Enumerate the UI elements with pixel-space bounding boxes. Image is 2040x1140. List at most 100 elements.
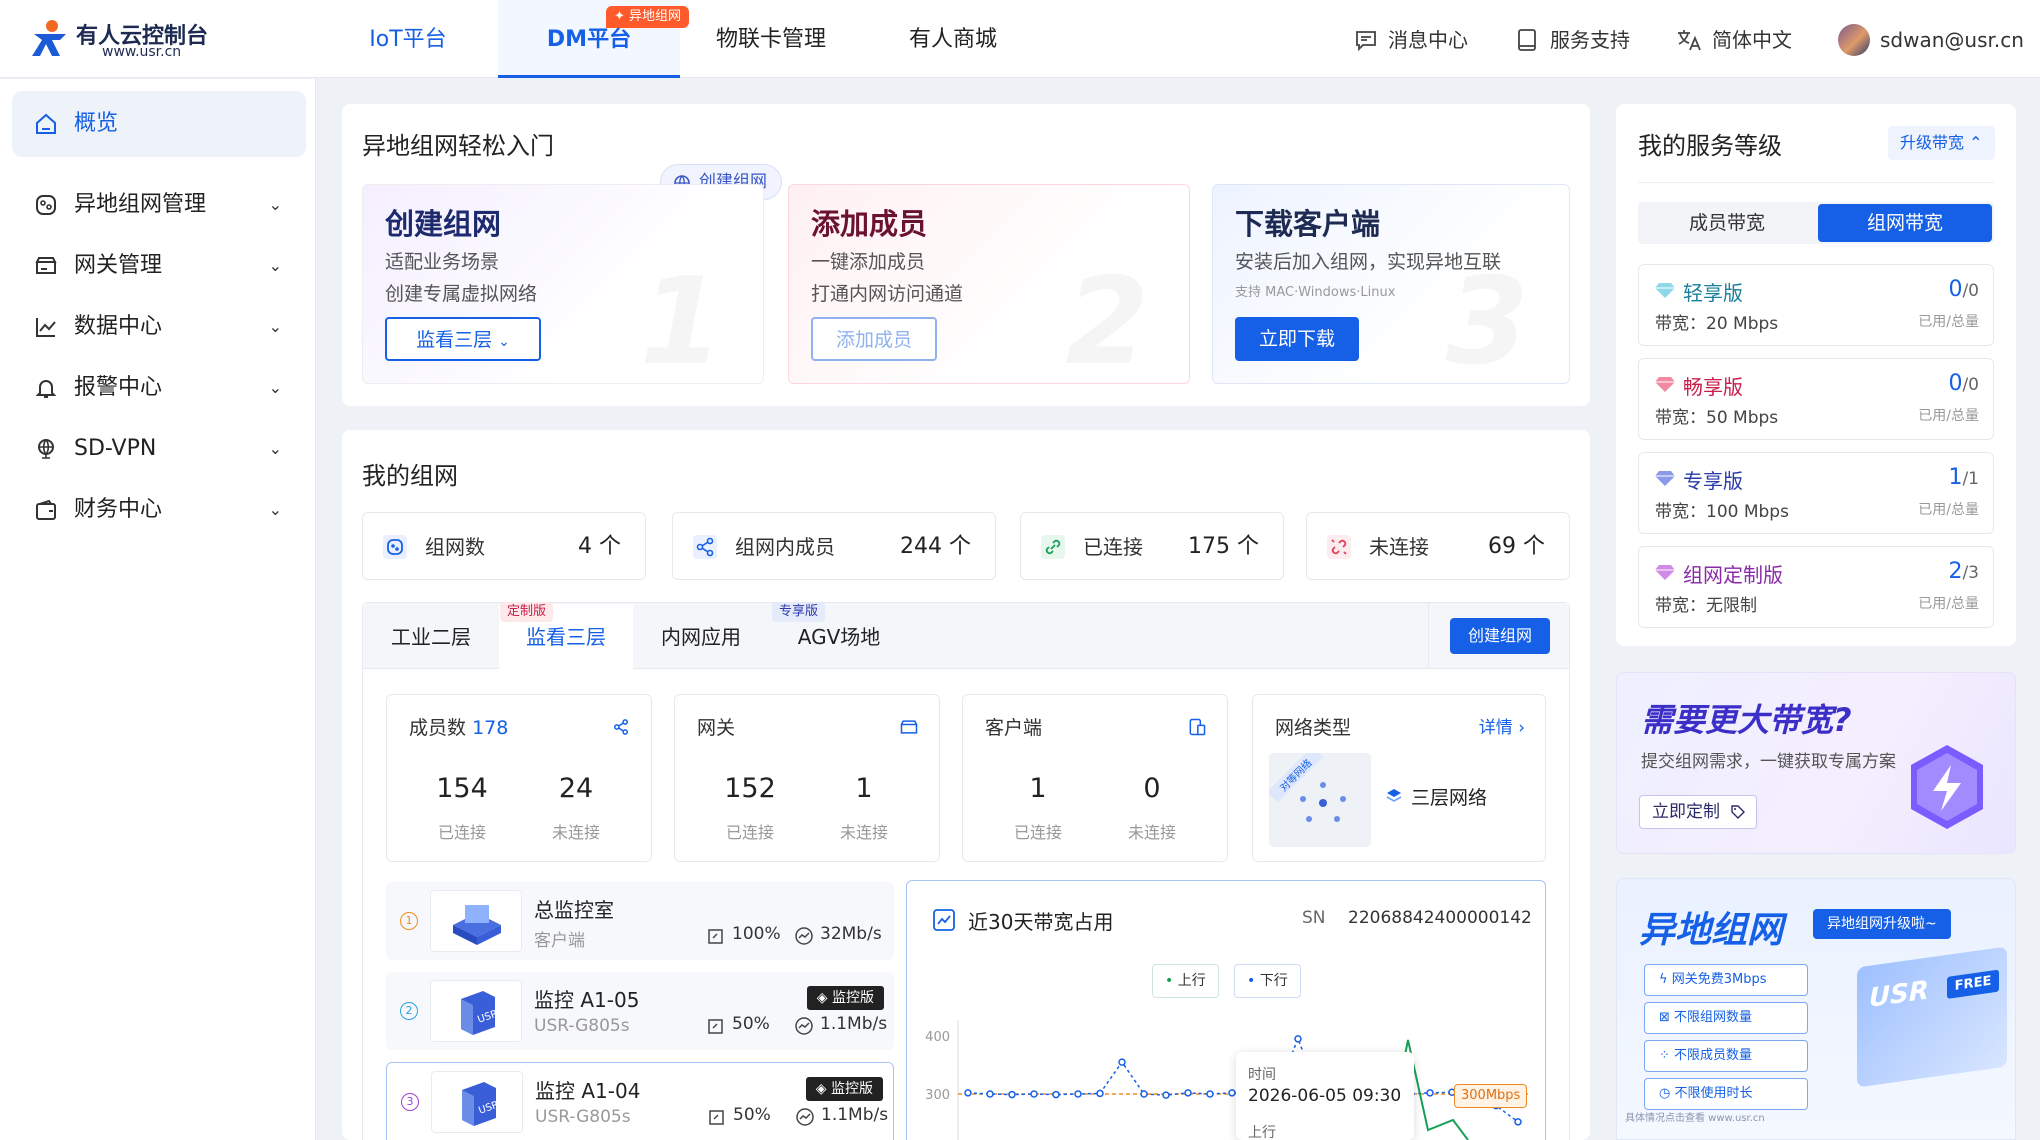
my-network-title: 我的组网: [362, 462, 458, 490]
nav-tab-mall[interactable]: 有人商城: [862, 0, 1044, 78]
device-speed: 1.1Mb/s: [821, 1105, 889, 1125]
tab-industrial-l2[interactable]: 工业二层: [363, 604, 499, 670]
language-switch[interactable]: 简体中文: [1676, 0, 1792, 78]
diamond-icon: [1655, 565, 1675, 580]
tier-total: /0: [1962, 375, 1979, 395]
brand-logo-icon: [32, 20, 66, 56]
customize-now-button[interactable]: 立即定制: [1639, 795, 1757, 829]
data-point: [1228, 1089, 1236, 1097]
device-image: USR: [430, 980, 522, 1042]
device-row[interactable]: 1 总监控室 客户端 100% 32Mb/s: [386, 882, 894, 960]
tier-bandwidth: 20 Mbps: [1706, 314, 1779, 334]
nav-tab-label: IoT平台: [369, 27, 447, 52]
device-name: 总监控室: [534, 898, 614, 922]
legend-label: 上行: [1177, 973, 1206, 989]
tooltip-time-label: 时间: [1248, 1067, 1276, 1083]
brand-logo[interactable]: 有人云控制台 www.usr.cn: [30, 18, 230, 62]
nav-tab-iot-card[interactable]: 物联卡管理: [680, 0, 862, 78]
chevron-right-icon: ›: [1518, 718, 1525, 738]
sidebar-item-gateway[interactable]: 网关管理 ⌄: [12, 233, 306, 299]
tag-icon: ◈: [816, 990, 832, 1006]
sidebar-item-finance[interactable]: 财务中心 ⌄: [12, 477, 306, 543]
toggle-member-bandwidth[interactable]: 成员带宽: [1638, 202, 1816, 244]
device-speed: 1.1Mb/s: [820, 1014, 888, 1034]
card-step-number: 2: [1066, 263, 1150, 383]
tab-intranet-apps[interactable]: 内网应用: [633, 604, 769, 670]
user-email: sdwan@usr.cn: [1880, 28, 2024, 52]
create-network-button[interactable]: 创建组网: [1450, 618, 1550, 654]
sidebar: 概览 异地组网管理 ⌄ 网关管理 ⌄ 数据中心 ⌄ 报警中心 ⌄ SD-VPN …: [0, 79, 316, 1140]
legend-down-button[interactable]: • 下行: [1234, 964, 1301, 998]
sidebar-item-alarm[interactable]: 报警中心 ⌄: [12, 355, 306, 421]
clock-icon: ◷: [1659, 1086, 1675, 1101]
sidebar-item-network[interactable]: 异地组网管理 ⌄: [12, 172, 306, 238]
data-point: [1184, 1089, 1192, 1097]
card-platforms: 支持 MAC·Windows·Linux: [1235, 285, 1396, 300]
sidebar-item-data[interactable]: 数据中心 ⌄: [12, 294, 306, 360]
stat-unit: 个: [598, 534, 621, 559]
button-label: 监看三层: [416, 329, 493, 351]
chevron-down-icon: ⌄: [268, 195, 282, 214]
member-total: 178: [472, 717, 509, 739]
monitor-edition-tag: ◈ 监控版: [806, 986, 884, 1010]
used-total-label: 已用/总量: [1918, 408, 1979, 424]
used-total-label: 已用/总量: [1918, 502, 1979, 518]
bandwidth-line-chart[interactable]: 300 400: [908, 1010, 1544, 1140]
share-icon[interactable]: [611, 717, 631, 737]
tier-name: 组网定制版: [1683, 563, 1783, 587]
download-button[interactable]: 立即下载: [1235, 317, 1359, 361]
device-row[interactable]: 3 USR 监控 A1-04 USR-G805s ◈ 监控版 50% 1.1Mb…: [386, 1062, 894, 1140]
sidebar-item-label: 概览: [74, 111, 119, 136]
data-point: [1206, 1090, 1214, 1098]
home-icon: [36, 113, 56, 134]
upgrade-bandwidth-button[interactable]: 升级带宽 ⌃: [1888, 126, 1995, 160]
sidebar-item-overview[interactable]: 概览: [12, 91, 306, 157]
tier-light: 轻享版 带宽：20 Mbps 0/0 已用/总量: [1638, 264, 1994, 346]
device-icon[interactable]: [1187, 717, 1207, 737]
user-menu[interactable]: sdwan@usr.cn: [1838, 0, 2024, 78]
promo-bandwidth-banner[interactable]: 需要更大带宽? 提交组网需求，一键获取专属方案 立即定制: [1616, 672, 2016, 854]
network-type-card: 网络类型 详情 › 对等网络 三层网络: [1252, 694, 1546, 862]
nav-hot-badge: ✦ 异地组网: [606, 6, 690, 28]
sidebar-item-label: 财务中心: [74, 497, 163, 522]
book-icon: [1518, 29, 1536, 51]
details-link[interactable]: 详情 ›: [1479, 713, 1525, 738]
nav-tab-iot[interactable]: IoT平台: [318, 0, 498, 78]
sidebar-item-sdvpn[interactable]: SD-VPN ⌄: [12, 416, 306, 482]
device-row[interactable]: 2 USR 监控 A1-05 USR-G805s ◈ 监控版 50% 1.1Mb…: [386, 972, 894, 1050]
legend-up-button[interactable]: • 上行: [1152, 964, 1219, 998]
stat-disconnected: 未连接 69 个: [1306, 512, 1570, 580]
stat-unit: 个: [948, 534, 971, 559]
data-point: [1162, 1091, 1170, 1099]
add-member-button[interactable]: 添加成员: [811, 317, 937, 361]
card-step-number: 3: [1446, 263, 1530, 383]
share-icon: [693, 535, 717, 559]
unlink-icon: [1327, 535, 1351, 559]
gateway-icon[interactable]: [899, 717, 919, 737]
device-image: USR: [431, 1071, 523, 1133]
cpu-edit-icon: [708, 1019, 723, 1034]
chevron-up-icon: ⌃: [1969, 133, 1983, 152]
layers-icon: [1386, 789, 1402, 802]
chart-title: 近30天带宽占用: [968, 910, 1114, 934]
card-title: 创建组网: [385, 207, 502, 241]
view-layer3-dropdown[interactable]: 监看三层 ⌄: [385, 317, 541, 361]
stat-unit: 个: [1236, 534, 1259, 559]
promo-footnote: 具体情况点击查看 www.usr.cn: [1625, 1113, 1765, 1124]
bandwidth-label: 带宽：: [1655, 408, 1706, 428]
feature-unlimited-members: ⁘ 不限成员数量: [1644, 1040, 1808, 1072]
divider: [1638, 182, 1994, 183]
support-link[interactable]: 服务支持: [1516, 0, 1630, 78]
data-point: [1030, 1090, 1038, 1098]
disconnected-count: 0: [1143, 773, 1161, 804]
feature-unlimited-time: ◷ 不限使用时长: [1644, 1078, 1808, 1110]
pro-edition-badge: 专享版: [772, 602, 826, 622]
connected-count: 1: [1029, 773, 1047, 804]
tier-bandwidth: 100 Mbps: [1706, 502, 1789, 522]
legend-down-marker: •: [1247, 973, 1256, 989]
quickstart-card-download: 下载客户端 安装后加入组网，实现异地互联 支持 MAC·Windows·Linu…: [1212, 184, 1570, 384]
tag-icon: [1731, 805, 1745, 819]
messages-link[interactable]: 消息中心: [1354, 0, 1468, 78]
toggle-network-bandwidth[interactable]: 组网带宽: [1818, 204, 1992, 242]
message-icon: [1356, 31, 1376, 52]
